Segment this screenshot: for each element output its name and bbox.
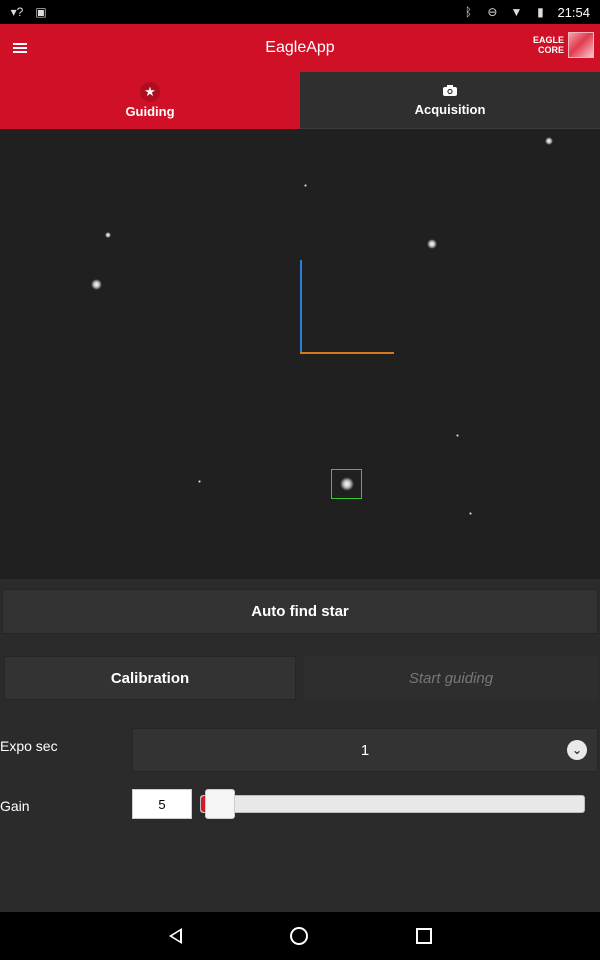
app-title: EagleApp xyxy=(265,39,335,56)
status-right: ᛒ ⊖ ▼ ▮ 21:54 xyxy=(461,5,590,20)
wifi-icon: ▼ xyxy=(510,5,523,19)
star xyxy=(456,434,459,437)
system-nav-bar xyxy=(0,912,600,960)
gain-input[interactable]: 5 xyxy=(132,789,192,819)
hamburger-icon xyxy=(13,47,27,49)
image-icon: ▣ xyxy=(35,5,47,19)
gain-label: Gain xyxy=(0,798,30,814)
start-guiding-button[interactable]: Start guiding xyxy=(304,656,598,700)
do-not-disturb-icon: ⊖ xyxy=(487,5,498,19)
calibration-button[interactable]: Calibration xyxy=(4,656,296,700)
app-bar: EagleApp EAGLE CORE xyxy=(0,24,600,72)
auto-find-star-button[interactable]: Auto find star xyxy=(2,589,598,634)
chevron-down-icon: ⌄ xyxy=(567,740,587,760)
bluetooth-icon: ᛒ xyxy=(464,5,473,19)
menu-button[interactable] xyxy=(0,24,40,72)
brand-text: EAGLE CORE xyxy=(533,35,564,55)
guide-star xyxy=(340,477,354,491)
tab-bar: ★ Guiding Acquisition xyxy=(0,72,600,129)
star-icon: ★ xyxy=(140,82,160,102)
brand-line-1: EAGLE xyxy=(532,35,564,45)
home-icon[interactable] xyxy=(289,927,308,945)
star xyxy=(469,512,472,515)
expo-label: Expo sec xyxy=(0,738,58,754)
y-axis-indicator xyxy=(300,260,302,354)
star xyxy=(304,184,307,187)
star xyxy=(198,480,201,483)
tab-guiding-label: Guiding xyxy=(125,104,175,119)
star xyxy=(91,279,102,290)
brand-logo-icon xyxy=(568,32,594,58)
battery-icon: ▮ xyxy=(537,5,544,19)
status-time: 21:54 xyxy=(557,4,590,20)
back-icon[interactable] xyxy=(168,928,182,944)
star xyxy=(105,232,111,238)
x-axis-indicator xyxy=(300,352,394,354)
expo-value: 1 xyxy=(360,741,370,759)
brand: EAGLE CORE xyxy=(533,32,594,58)
status-left: ▾? ▣ xyxy=(10,5,48,19)
tab-acquisition[interactable]: Acquisition xyxy=(300,72,600,129)
brand-line-2: CORE xyxy=(537,45,564,55)
wifi-question-icon: ▾? xyxy=(10,5,24,19)
tab-guiding[interactable]: ★ Guiding xyxy=(0,72,300,129)
gain-slider-thumb[interactable] xyxy=(205,789,235,819)
star-field-viewer[interactable] xyxy=(0,129,600,579)
star xyxy=(545,137,553,145)
star xyxy=(427,239,437,249)
recent-apps-icon[interactable] xyxy=(415,928,432,944)
status-bar: ▾? ▣ ᛒ ⊖ ▼ ▮ 21:54 xyxy=(0,0,600,24)
expo-select[interactable]: 1 ⌄ xyxy=(132,728,598,772)
tab-acquisition-label: Acquisition xyxy=(414,101,486,117)
camera-icon xyxy=(442,84,458,100)
gain-slider[interactable] xyxy=(200,795,585,813)
